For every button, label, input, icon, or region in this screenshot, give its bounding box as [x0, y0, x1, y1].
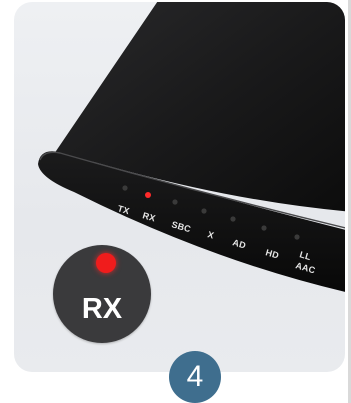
led-ad-indicator	[230, 216, 236, 222]
led-hd-indicator	[261, 225, 267, 231]
led-x-indicator	[201, 208, 207, 214]
product-card: TX RX SBC X AD HD LL AAC RX	[14, 2, 345, 372]
rx-badge-label: RX	[81, 293, 123, 325]
step-number-badge: 4	[169, 351, 221, 403]
led-tx-indicator	[122, 185, 128, 191]
led-sbc-indicator	[172, 199, 178, 205]
rx-indicator-badge: RX	[53, 245, 151, 343]
led-rx-indicator	[145, 192, 151, 198]
led-llaac-indicator	[294, 234, 300, 240]
red-led-icon	[96, 253, 116, 273]
